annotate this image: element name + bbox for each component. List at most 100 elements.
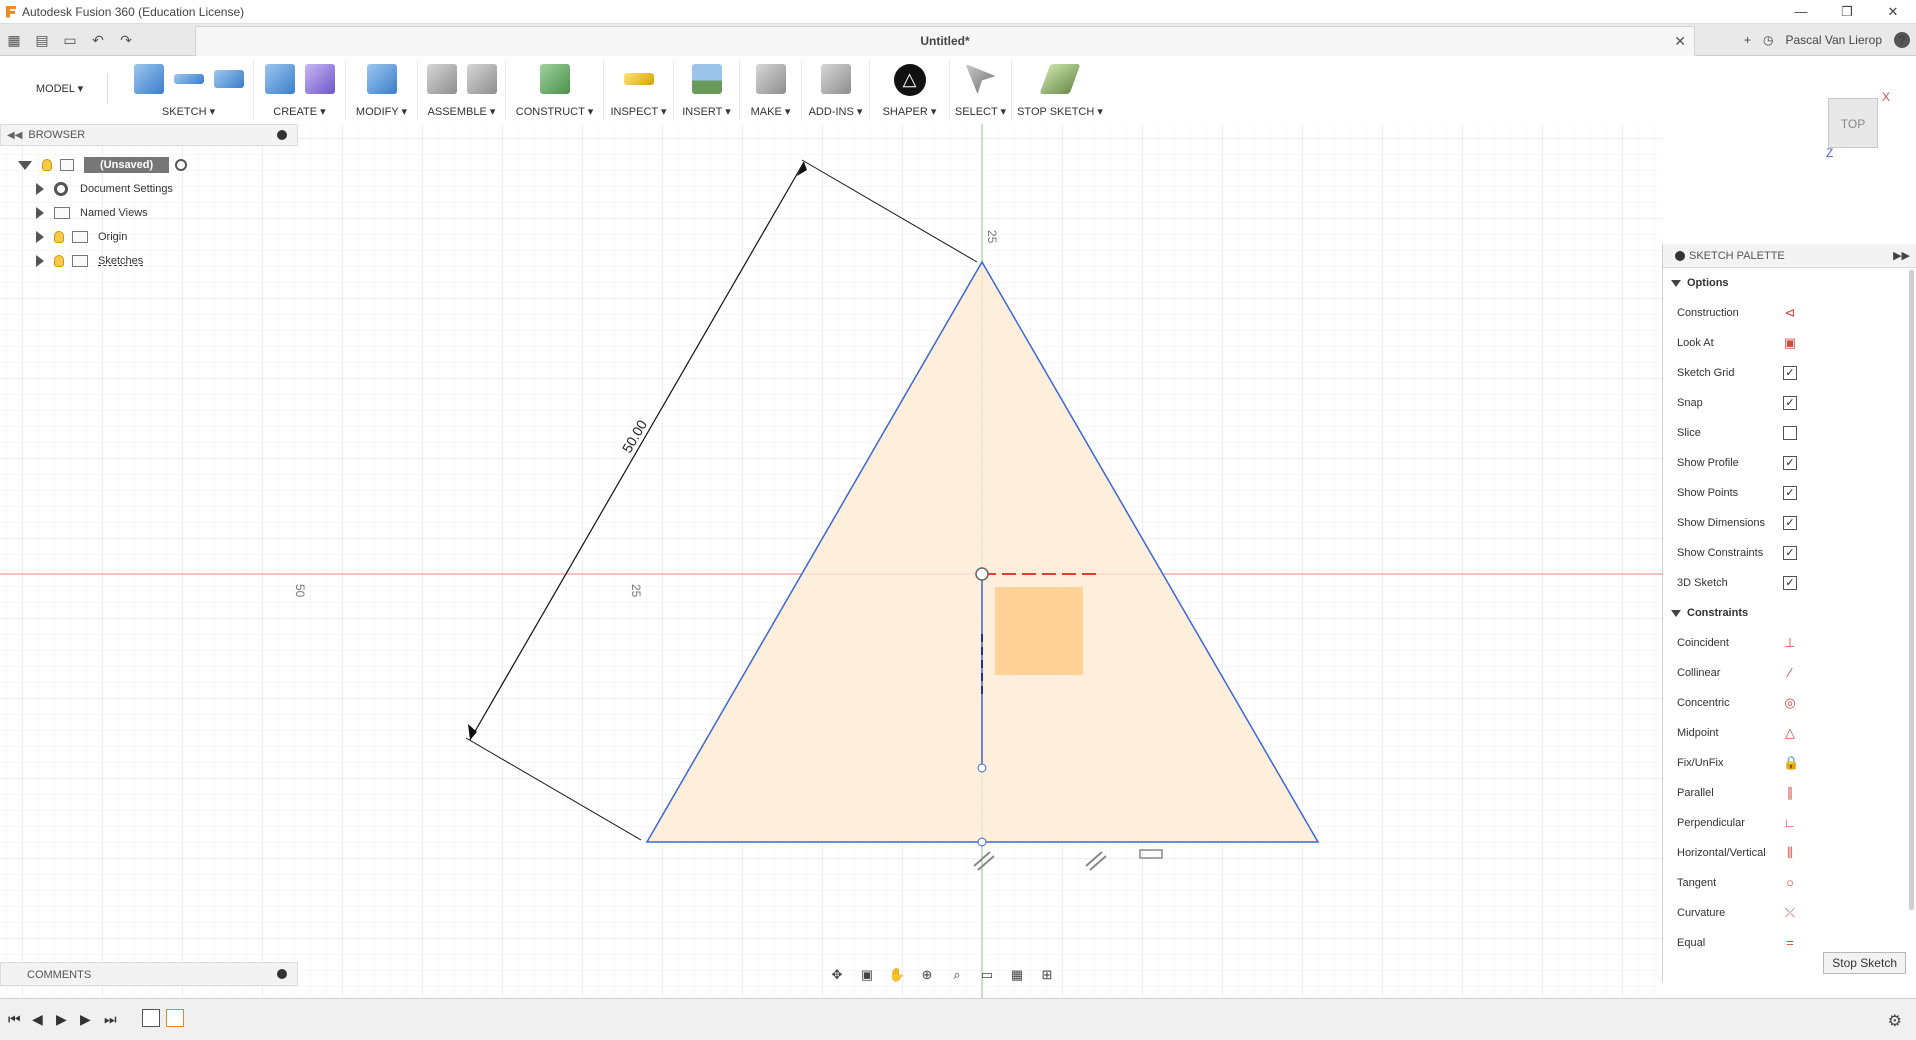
go-to-start-icon[interactable]: ⏮ bbox=[8, 1011, 21, 1028]
spline-icon[interactable] bbox=[173, 74, 204, 84]
3d-print-icon[interactable] bbox=[755, 64, 786, 94]
option-row-3d-sketch[interactable]: 3D Sketch ✓ bbox=[1663, 568, 1916, 598]
constraint-row-horizontal-vertical[interactable]: Horizontal/Vertical ⫼ bbox=[1663, 838, 1916, 868]
parallel-icon[interactable]: ∥ bbox=[1783, 786, 1797, 800]
sketch-group[interactable]: SKETCH ▾ bbox=[124, 60, 254, 120]
orbit-icon[interactable]: ✥ bbox=[826, 966, 848, 984]
option-row-show-constraints[interactable]: Show Constraints ✓ bbox=[1663, 538, 1916, 568]
make-group[interactable]: MAKE ▾ bbox=[740, 60, 802, 120]
option-checkbox[interactable]: ✓ bbox=[1783, 396, 1797, 410]
insert-image-icon[interactable] bbox=[691, 64, 722, 94]
close-tab-icon[interactable]: ✕ bbox=[1674, 33, 1686, 50]
option-row-show-points[interactable]: Show Points ✓ bbox=[1663, 478, 1916, 508]
stop-sketch-button[interactable]: Stop Sketch bbox=[1823, 952, 1906, 974]
palette-scrollbar[interactable] bbox=[1909, 270, 1914, 910]
viewcube[interactable]: TOP bbox=[1828, 98, 1878, 148]
undo-icon[interactable]: ↶ bbox=[84, 32, 112, 49]
redo-icon[interactable]: ↷ bbox=[112, 32, 140, 49]
create-menu[interactable]: CREATE ▾ bbox=[254, 105, 345, 118]
palette-header[interactable]: SKETCH PALETTE ▶▶ bbox=[1663, 244, 1916, 268]
option-checkbox[interactable]: ✓ bbox=[1783, 486, 1797, 500]
rectangle-icon[interactable] bbox=[213, 70, 244, 88]
browser-pin-icon[interactable] bbox=[277, 130, 287, 140]
stop-sketch-group[interactable]: STOP SKETCH ▾ bbox=[1012, 60, 1108, 120]
constraint-row-concentric[interactable]: Concentric ◎ bbox=[1663, 688, 1916, 718]
collapse-caret-icon[interactable] bbox=[1671, 609, 1681, 617]
option-row-look-at[interactable]: Look At ▣ bbox=[1663, 328, 1916, 358]
option-checkbox[interactable]: ✓ bbox=[1783, 366, 1797, 380]
shaper-icon[interactable]: △ bbox=[893, 64, 926, 96]
assemble-menu[interactable]: ASSEMBLE ▾ bbox=[418, 105, 505, 118]
modify-menu[interactable]: MODIFY ▾ bbox=[346, 105, 417, 118]
palette-pin-icon[interactable] bbox=[1675, 251, 1685, 261]
workspace-selector[interactable]: MODEL ▾ bbox=[12, 74, 108, 104]
stop-sketch-menu[interactable]: STOP SKETCH ▾ bbox=[1012, 105, 1108, 118]
maximize-button[interactable]: ❐ bbox=[1824, 0, 1870, 24]
minimize-button[interactable]: — bbox=[1778, 0, 1824, 24]
fit-icon[interactable]: ⌕ bbox=[946, 966, 968, 984]
joint-icon[interactable] bbox=[466, 64, 497, 94]
constraint-row-collinear[interactable]: Collinear ⁄ bbox=[1663, 658, 1916, 688]
equal-icon[interactable]: = bbox=[1783, 936, 1797, 950]
insert-group[interactable]: INSERT ▾ bbox=[674, 60, 740, 120]
look-at-icon[interactable]: ▣ bbox=[1783, 336, 1797, 350]
file-menu-icon[interactable]: ▤ bbox=[28, 32, 56, 49]
timeline-sketch-2[interactable] bbox=[166, 1009, 184, 1027]
visibility-bulb-icon[interactable] bbox=[54, 231, 64, 243]
collinear-icon[interactable]: ⁄ bbox=[1783, 666, 1797, 680]
sketch-menu[interactable]: SKETCH ▾ bbox=[124, 105, 253, 118]
option-row-sketch-grid[interactable]: Sketch Grid ✓ bbox=[1663, 358, 1916, 388]
activate-target-icon[interactable] bbox=[175, 159, 188, 171]
document-tab[interactable]: Untitled* ✕ bbox=[195, 26, 1695, 56]
expand-icon[interactable] bbox=[36, 255, 44, 267]
create-sketch-icon[interactable] bbox=[133, 64, 164, 94]
perpendicular-icon[interactable]: ∟ bbox=[1783, 816, 1797, 830]
origin-point[interactable] bbox=[975, 567, 989, 581]
look-at-icon[interactable]: ▣ bbox=[856, 966, 878, 984]
tree-item-sketches[interactable]: Sketches bbox=[36, 250, 143, 272]
select-arrow-icon[interactable] bbox=[965, 64, 996, 94]
midpoint-icon[interactable]: △ bbox=[1783, 726, 1797, 740]
press-pull-icon[interactable] bbox=[366, 64, 397, 94]
expand-palette-icon[interactable]: ▶▶ bbox=[1893, 249, 1910, 262]
timeline-sketch-1[interactable] bbox=[142, 1009, 160, 1027]
go-to-end-icon[interactable]: ⏭ bbox=[104, 1011, 117, 1028]
insert-menu[interactable]: INSERT ▾ bbox=[674, 105, 739, 118]
pan-icon[interactable]: ✋ bbox=[886, 966, 908, 984]
comments-panel[interactable]: COMMENTS bbox=[0, 962, 298, 986]
zoom-icon[interactable]: ⊕ bbox=[916, 966, 938, 984]
step-back-icon[interactable]: ◀ bbox=[32, 1011, 43, 1028]
constraint-row-curvature[interactable]: Curvature ⤫ bbox=[1663, 898, 1916, 928]
root-label[interactable]: (Unsaved) bbox=[84, 157, 170, 173]
shaper-menu[interactable]: SHAPER ▾ bbox=[870, 105, 949, 118]
close-window-button[interactable]: ✕ bbox=[1870, 0, 1916, 24]
new-component-icon[interactable] bbox=[426, 64, 457, 94]
measure-icon[interactable] bbox=[623, 73, 654, 85]
option-checkbox[interactable] bbox=[1783, 426, 1797, 440]
new-tab-icon[interactable]: + bbox=[1744, 33, 1751, 47]
data-panel-grid-icon[interactable]: ▦ bbox=[0, 32, 28, 49]
constraint-row-tangent[interactable]: Tangent ○ bbox=[1663, 868, 1916, 898]
construct-group[interactable]: CONSTRUCT ▾ bbox=[506, 60, 604, 120]
option-row-slice[interactable]: Slice bbox=[1663, 418, 1916, 448]
form-icon[interactable] bbox=[304, 64, 335, 94]
tangent-icon[interactable]: ○ bbox=[1783, 876, 1797, 890]
visibility-bulb-icon[interactable] bbox=[54, 255, 64, 267]
scripts-icon[interactable] bbox=[820, 64, 851, 94]
constraint-row-midpoint[interactable]: Midpoint △ bbox=[1663, 718, 1916, 748]
constraint-row-fix-unfix[interactable]: Fix/UnFix 🔒 bbox=[1663, 748, 1916, 778]
option-row-snap[interactable]: Snap ✓ bbox=[1663, 388, 1916, 418]
option-row-show-dimensions[interactable]: Show Dimensions ✓ bbox=[1663, 508, 1916, 538]
lock-icon[interactable]: 🔒 bbox=[1783, 756, 1799, 770]
extrude-icon[interactable] bbox=[264, 64, 295, 94]
expand-root-icon[interactable] bbox=[18, 160, 32, 170]
step-forward-icon[interactable]: ▶ bbox=[80, 1011, 91, 1028]
constraint-row-coincident[interactable]: Coincident ⊥ bbox=[1663, 628, 1916, 658]
constraint-row-parallel[interactable]: Parallel ∥ bbox=[1663, 778, 1916, 808]
user-name[interactable]: Pascal Van Lierop bbox=[1785, 33, 1882, 47]
concentric-icon[interactable]: ◎ bbox=[1783, 696, 1797, 710]
option-checkbox[interactable]: ✓ bbox=[1783, 456, 1797, 470]
help-icon[interactable]: ? bbox=[1894, 32, 1910, 48]
make-menu[interactable]: MAKE ▾ bbox=[740, 105, 801, 118]
visibility-bulb-icon[interactable] bbox=[42, 159, 52, 171]
